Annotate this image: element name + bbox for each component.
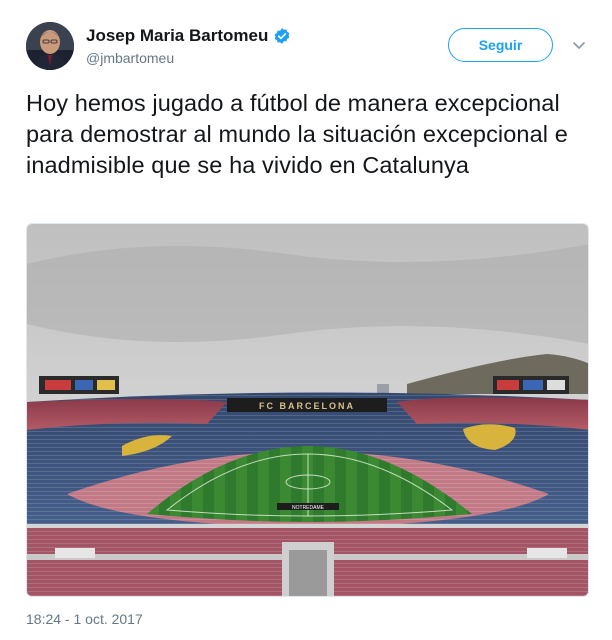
tweet-text: Hoy hemos jugado a fútbol de manera exce… xyxy=(26,90,568,178)
avatar[interactable] xyxy=(26,22,74,70)
stadium-sign: FC BARCELONA xyxy=(259,401,355,411)
avatar-image xyxy=(26,22,74,70)
name-row: Josep Maria Bartomeu xyxy=(86,26,291,46)
stadium-photo: FC BARCELONA NOTREDAME xyxy=(27,224,588,596)
display-name[interactable]: Josep Maria Bartomeu xyxy=(86,26,268,46)
tweet-header: Josep Maria Bartomeu @jmbartomeu Seguir xyxy=(26,20,596,72)
verified-badge-icon xyxy=(273,27,291,45)
chevron-down-icon[interactable] xyxy=(572,38,586,52)
tweet-timestamp[interactable]: 18:24 - 1 oct. 2017 xyxy=(26,611,143,627)
tweet-photo[interactable]: FC BARCELONA NOTREDAME xyxy=(26,223,589,597)
user-handle[interactable]: @jmbartomeu xyxy=(86,50,174,66)
follow-button[interactable]: Seguir xyxy=(448,28,553,62)
pitch-sign: NOTREDAME xyxy=(292,505,325,511)
